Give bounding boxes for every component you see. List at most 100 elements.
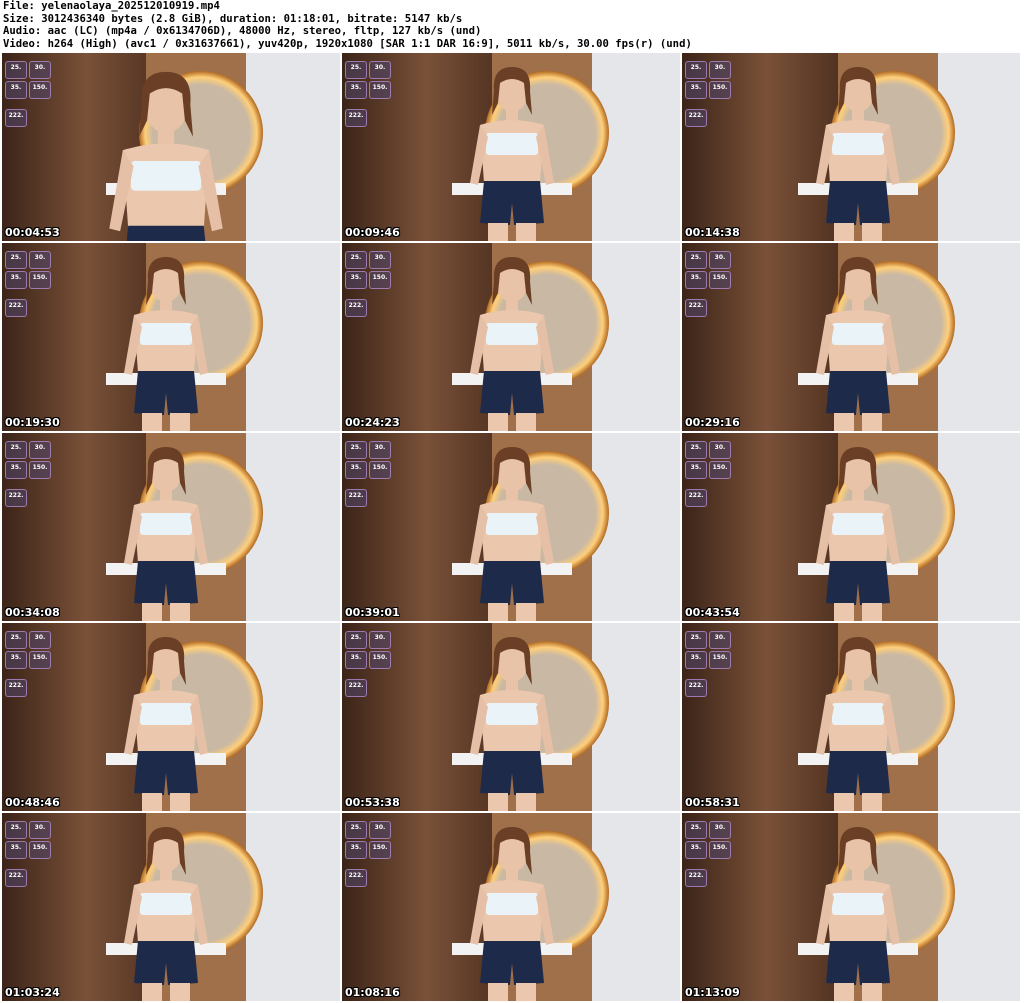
thumbnail-frame-image [342, 623, 680, 811]
overlay-badge: 25. [345, 631, 367, 649]
video-thumbnail[interactable]: 25. 30. 35. 150. 222. 00:09:46 [342, 53, 680, 241]
overlay-badge: 222. [685, 299, 707, 317]
overlay-badge: 25. [345, 441, 367, 459]
video-info: Video: h264 (High) (avc1 / 0x31637661), … [3, 37, 692, 50]
overlay-badge: 25. [5, 251, 27, 269]
overlay-badge: 30. [709, 631, 731, 649]
overlay-badge: 30. [709, 61, 731, 79]
video-thumbnail[interactable]: 25. 30. 35. 150. 222. 00:04:53 [2, 53, 340, 241]
thumbnail-frame-image [682, 243, 1020, 431]
overlay-badge: 30. [709, 251, 731, 269]
thumbnail-timestamp: 00:48:46 [5, 796, 60, 809]
overlay-badge: 30. [369, 251, 391, 269]
overlay-badge: 150. [29, 81, 51, 99]
thumbnail-frame-image [342, 813, 680, 1001]
video-thumbnail[interactable]: 25. 30. 35. 150. 222. 00:48:46 [2, 623, 340, 811]
overlay-badge: 35. [345, 651, 367, 669]
thumbnail-frame-image [2, 53, 340, 241]
thumbnail-timestamp: 01:13:09 [685, 986, 740, 999]
overlay-badge: 25. [5, 821, 27, 839]
thumbnail-timestamp: 00:09:46 [345, 226, 400, 239]
overlay-badge: 150. [709, 271, 731, 289]
overlay-badge: 25. [345, 251, 367, 269]
video-thumbnail[interactable]: 25. 30. 35. 150. 222. 00:29:16 [682, 243, 1020, 431]
overlay-badge: 35. [345, 461, 367, 479]
overlay-badge: 222. [5, 299, 27, 317]
overlay-badge: 30. [369, 61, 391, 79]
thumbnail-frame-image [2, 623, 340, 811]
thumbnail-timestamp: 00:58:31 [685, 796, 740, 809]
overlay-badge: 222. [345, 869, 367, 887]
video-thumbnail[interactable]: 25. 30. 35. 150. 222. 00:24:23 [342, 243, 680, 431]
video-thumbnail[interactable]: 25. 30. 35. 150. 222. 00:19:30 [2, 243, 340, 431]
thumbnail-timestamp: 00:34:08 [5, 606, 60, 619]
overlay-badge: 35. [685, 271, 707, 289]
overlay-badge: 222. [685, 869, 707, 887]
overlay-badge: 35. [5, 461, 27, 479]
overlay-badge: 222. [345, 489, 367, 507]
thumbnail-timestamp: 00:53:38 [345, 796, 400, 809]
overlay-badge: 222. [5, 489, 27, 507]
video-thumbnail[interactable]: 25. 30. 35. 150. 222. 00:14:38 [682, 53, 1020, 241]
file-name: File: yelenaolaya_202512010919.mp4 [3, 0, 220, 12]
thumbnail-grid: 25. 30. 35. 150. 222. 00:04:53 25. 30. 3… [2, 53, 1022, 1001]
thumbnail-timestamp: 01:03:24 [5, 986, 60, 999]
overlay-badge: 150. [369, 81, 391, 99]
thumbnail-timestamp: 00:14:38 [685, 226, 740, 239]
overlay-badge: 150. [369, 841, 391, 859]
overlay-badge: 150. [369, 461, 391, 479]
overlay-badge: 150. [369, 651, 391, 669]
overlay-badge: 150. [29, 271, 51, 289]
thumbnail-frame-image [2, 813, 340, 1001]
overlay-badge: 30. [29, 251, 51, 269]
overlay-badge: 25. [5, 441, 27, 459]
video-thumbnail[interactable]: 25. 30. 35. 150. 222. 00:43:54 [682, 433, 1020, 621]
overlay-badge: 35. [345, 81, 367, 99]
overlay-badge: 35. [345, 271, 367, 289]
overlay-badge: 222. [685, 679, 707, 697]
thumbnail-frame-image [342, 53, 680, 241]
overlay-badge: 25. [5, 61, 27, 79]
video-thumbnail[interactable]: 25. 30. 35. 150. 222. 01:03:24 [2, 813, 340, 1001]
overlay-badge: 150. [709, 841, 731, 859]
overlay-badge: 30. [369, 631, 391, 649]
overlay-badge: 35. [5, 271, 27, 289]
overlay-badge: 150. [29, 841, 51, 859]
overlay-badge: 30. [369, 821, 391, 839]
thumbnail-timestamp: 00:29:16 [685, 416, 740, 429]
overlay-badge: 35. [685, 841, 707, 859]
overlay-badge: 25. [345, 61, 367, 79]
video-thumbnail[interactable]: 25. 30. 35. 150. 222. 00:58:31 [682, 623, 1020, 811]
overlay-badge: 30. [29, 441, 51, 459]
video-thumbnail[interactable]: 25. 30. 35. 150. 222. 00:53:38 [342, 623, 680, 811]
overlay-badge: 25. [685, 631, 707, 649]
thumbnail-timestamp: 00:04:53 [5, 226, 60, 239]
overlay-badge: 30. [29, 61, 51, 79]
thumbnail-frame-image [682, 433, 1020, 621]
overlay-badge: 30. [709, 441, 731, 459]
overlay-badge: 222. [5, 679, 27, 697]
video-thumbnail[interactable]: 25. 30. 35. 150. 222. 00:39:01 [342, 433, 680, 621]
thumbnail-timestamp: 00:19:30 [5, 416, 60, 429]
overlay-badge: 35. [685, 81, 707, 99]
overlay-badge: 25. [685, 251, 707, 269]
file-info-header: File: yelenaolaya_202512010919.mp4 Size:… [3, 0, 1021, 50]
overlay-badge: 150. [29, 651, 51, 669]
thumbnail-timestamp: 01:08:16 [345, 986, 400, 999]
overlay-badge: 150. [709, 651, 731, 669]
thumbnail-timestamp: 00:24:23 [345, 416, 400, 429]
video-thumbnail[interactable]: 25. 30. 35. 150. 222. 00:34:08 [2, 433, 340, 621]
video-thumbnail[interactable]: 25. 30. 35. 150. 222. 01:08:16 [342, 813, 680, 1001]
thumbnail-frame-image [682, 53, 1020, 241]
overlay-badge: 25. [685, 441, 707, 459]
overlay-badge: 35. [5, 841, 27, 859]
overlay-badge: 30. [369, 441, 391, 459]
overlay-badge: 222. [345, 679, 367, 697]
thumbnail-frame-image [342, 433, 680, 621]
thumbnail-frame-image [2, 243, 340, 431]
overlay-badge: 150. [29, 461, 51, 479]
video-thumbnail[interactable]: 25. 30. 35. 150. 222. 01:13:09 [682, 813, 1020, 1001]
overlay-badge: 35. [345, 841, 367, 859]
overlay-badge: 222. [685, 489, 707, 507]
overlay-badge: 25. [345, 821, 367, 839]
